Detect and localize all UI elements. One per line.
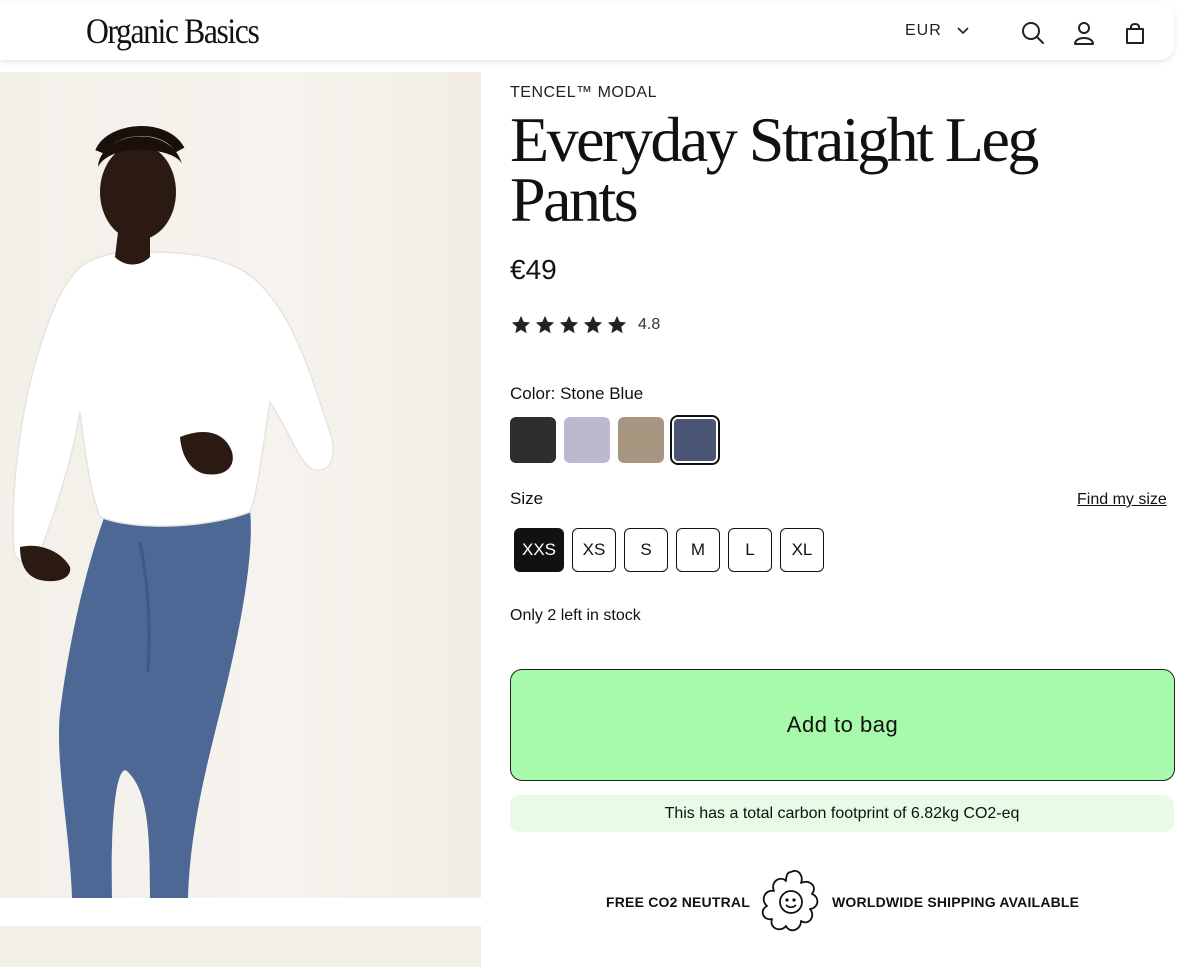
star-icon (535, 315, 555, 334)
search-icon[interactable] (1020, 20, 1046, 46)
size-label: Size (510, 489, 544, 508)
swatch-black[interactable] (510, 417, 556, 463)
material-label: TENCEL™ MODAL (510, 84, 657, 101)
site-header: Organic Basics EUR (0, 2, 1174, 60)
size-s[interactable]: S (624, 528, 668, 572)
model-illustration (12, 126, 334, 898)
add-to-bag-button[interactable]: Add to bag (510, 669, 1175, 781)
product-title: Everyday Straight Leg Pants (510, 104, 1039, 235)
size-xl[interactable]: XL (780, 528, 824, 572)
swatch-taupe[interactable] (618, 417, 664, 463)
chevron-down-icon (957, 27, 969, 35)
product-image[interactable]: + (0, 72, 481, 898)
product-price: €49 (510, 254, 557, 285)
bag-icon[interactable] (1122, 20, 1148, 46)
swatch-lavender[interactable] (564, 417, 610, 463)
currency-selector[interactable]: EUR (905, 22, 970, 40)
currency-label: EUR (905, 22, 942, 39)
flower-icon (761, 870, 819, 932)
color-label: Color: Stone Blue (510, 384, 644, 403)
size-l[interactable]: L (728, 528, 772, 572)
size-xs[interactable]: XS (572, 528, 616, 572)
brand-logo[interactable]: Organic Basics (86, 10, 260, 52)
shipping-text-left: FREE CO2 NEUTRAL (606, 894, 750, 910)
swatch-stone-blue[interactable] (670, 415, 720, 465)
account-icon[interactable] (1071, 20, 1097, 46)
star-icon (559, 315, 579, 334)
shipping-banner: FREE CO2 NEUTRAL WORLDWIDE SHIPPING AVAI… (606, 866, 1086, 938)
rating-stars[interactable]: 4.8 (510, 314, 660, 336)
find-my-size-link[interactable]: Find my size (1077, 491, 1167, 509)
product-image-secondary[interactable] (0, 926, 481, 967)
size-m[interactable]: M (676, 528, 720, 572)
stock-status: Only 2 left in stock (510, 607, 641, 624)
star-icon (511, 315, 531, 334)
star-icon (583, 315, 603, 334)
color-swatches (510, 415, 726, 465)
rating-value: 4.8 (638, 316, 661, 333)
shipping-text-right: WORLDWIDE SHIPPING AVAILABLE (832, 894, 1080, 910)
size-xxs[interactable]: XXS (514, 528, 564, 572)
star-icon (607, 315, 627, 334)
size-options: XXS XS S M L XL (514, 528, 832, 572)
carbon-footprint-banner: This has a total carbon footprint of 6.8… (510, 795, 1174, 832)
